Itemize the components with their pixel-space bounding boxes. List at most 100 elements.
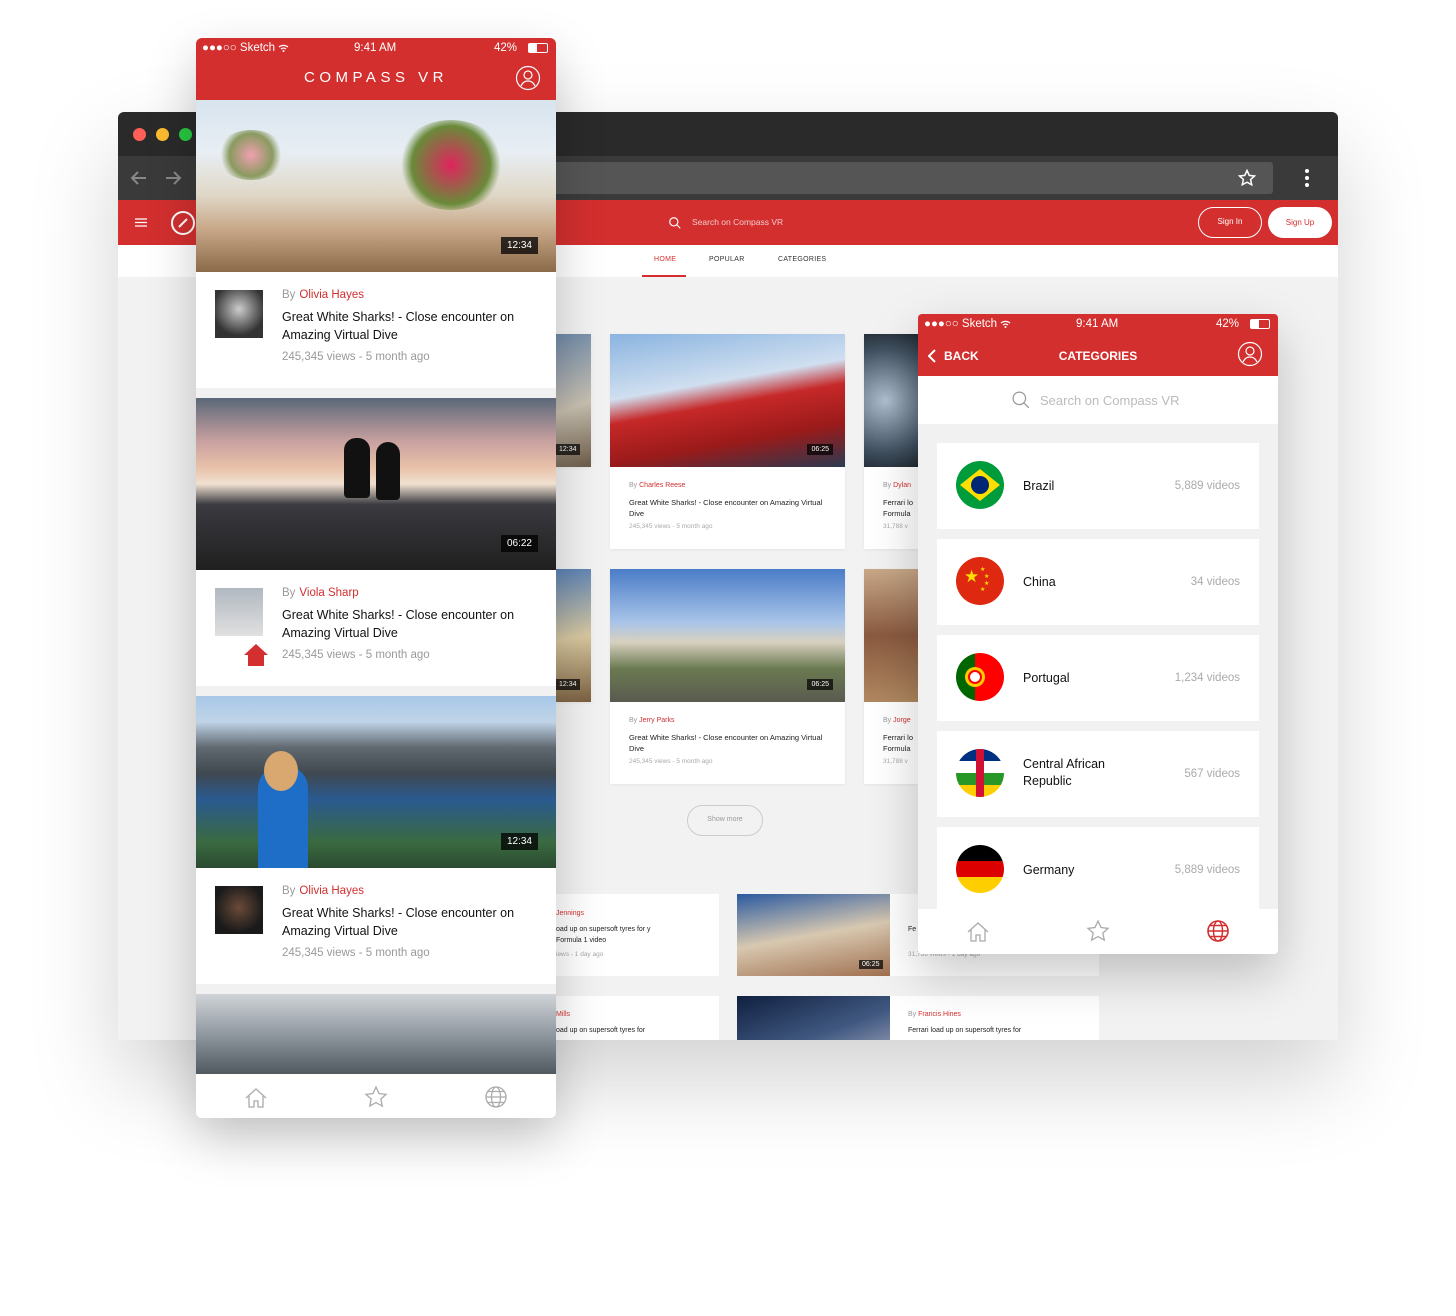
category-item-brazil[interactable]: Brazil 5,889 videos <box>937 443 1259 529</box>
maximize-window-button[interactable] <box>179 128 192 141</box>
compass-logo-icon[interactable] <box>170 210 196 236</box>
tab-home[interactable]: HOME <box>654 256 676 263</box>
list-card[interactable]: Mills oad up on supersoft tyres for <box>556 996 719 1040</box>
duration-badge: 06:25 <box>859 960 883 969</box>
show-more-button[interactable]: Show more <box>687 805 763 836</box>
avatar[interactable] <box>215 290 263 338</box>
bottom-tab-bar <box>918 909 1278 954</box>
category-item-central-african-republic[interactable]: Central African Republic 567 videos <box>937 731 1259 817</box>
hamburger-icon[interactable] <box>135 218 147 227</box>
app-header: ●●●○○ Sketch 9:41 AM 42% BACK CATEGORIES <box>918 314 1278 376</box>
author-line: By Olivia Hayes <box>282 289 364 301</box>
video-thumbnail[interactable]: 12:34 <box>196 100 556 272</box>
video-title[interactable]: oad up on supersoft tyres for y Formula … <box>556 924 676 946</box>
category-name: Central African Republic <box>1023 757 1105 788</box>
home-icon[interactable] <box>244 1086 268 1110</box>
tab-categories[interactable]: CATEGORIES <box>778 256 826 263</box>
star-icon[interactable] <box>364 1085 388 1109</box>
sign-in-button[interactable]: Sign In <box>1198 207 1262 238</box>
category-count: 1,234 videos <box>1174 672 1240 684</box>
category-item-germany[interactable]: Germany 5,889 videos <box>937 827 1259 913</box>
search-input[interactable]: Search on Compass VR <box>692 217 783 227</box>
user-icon[interactable] <box>515 65 541 91</box>
avatar[interactable] <box>215 588 263 636</box>
video-card[interactable]: By Dylan Ferrari lo Formula 31,788 v <box>864 334 918 549</box>
category-item-portugal[interactable]: Portugal 1,234 videos <box>937 635 1259 721</box>
more-vert-icon[interactable] <box>1304 168 1310 188</box>
bottom-tab-bar <box>196 1074 556 1118</box>
tab-popular[interactable]: POPULAR <box>709 256 745 263</box>
author-link[interactable]: Mills <box>556 1011 570 1018</box>
wifi-icon <box>1000 320 1011 328</box>
author-link[interactable]: Francis Hines <box>918 1011 961 1018</box>
video-title[interactable]: Great White Sharks! - Close encounter on… <box>282 309 538 344</box>
search-input[interactable]: Search on Compass VR <box>1040 393 1179 408</box>
home-icon[interactable] <box>966 920 990 944</box>
star-icon[interactable] <box>1238 169 1256 187</box>
star-icon[interactable] <box>1086 919 1110 943</box>
video-meta: 245,345 views - 5 month ago <box>629 758 713 765</box>
svg-text:★: ★ <box>980 566 985 573</box>
svg-text:★: ★ <box>984 573 989 580</box>
home-icon <box>244 644 268 666</box>
author-line: By Dylan <box>883 482 912 489</box>
video-card[interactable]: 06:25 By Jerry Parks Great White Sharks!… <box>610 569 845 784</box>
avatar[interactable] <box>215 886 263 934</box>
video-meta: 245,345 views - 5 month ago <box>629 523 713 530</box>
sign-up-button[interactable]: Sign Up <box>1268 207 1332 238</box>
video-info: By Olivia Hayes Great White Sharks! - Clo… <box>196 272 556 390</box>
video-title[interactable]: oad up on supersoft tyres for <box>556 1025 686 1036</box>
globe-icon[interactable] <box>484 1085 508 1109</box>
back-arrow-icon[interactable] <box>130 170 148 186</box>
category-name: Portugal <box>1023 671 1070 685</box>
author-link[interactable]: Olivia Hayes <box>299 289 364 301</box>
list-card[interactable]: Jennings oad up on supersoft tyres for y… <box>556 894 719 976</box>
video-title[interactable]: Great White Sharks! - Close encounter on… <box>282 607 538 642</box>
battery-icon <box>1250 319 1270 329</box>
user-icon[interactable] <box>1237 341 1263 367</box>
app-logo: COMPASS VR <box>304 69 448 86</box>
category-item-china[interactable]: ★ ★ ★ ★ ★ China 34 videos <box>937 539 1259 625</box>
video-title[interactable]: Great White Sharks! - Close encounter on… <box>282 905 538 940</box>
active-tab-indicator <box>642 275 686 277</box>
category-count: 5,889 videos <box>1174 864 1240 876</box>
author-link[interactable]: Olivia Hayes <box>299 885 364 897</box>
category-count: 5,889 videos <box>1174 480 1240 492</box>
category-count: 567 videos <box>1184 768 1240 780</box>
video-title[interactable]: Great White Sharks! - Close encounter on… <box>629 732 829 754</box>
duration-badge: 12:34 <box>500 833 538 850</box>
search-icon <box>1012 391 1030 409</box>
author-link[interactable]: Jennings <box>556 910 584 917</box>
video-title[interactable]: Ferrari load up on supersoft tyres for <box>908 1025 1078 1036</box>
category-name: Brazil <box>1023 479 1055 493</box>
forward-arrow-icon[interactable] <box>164 170 182 186</box>
author-link[interactable]: Jerry Parks <box>639 717 674 724</box>
video-card[interactable]: 06:25 By Charles Reese Great White Shark… <box>610 334 845 549</box>
video-title[interactable]: Great White Sharks! - Close encounter on… <box>629 497 829 519</box>
video-thumbnail[interactable]: 06:22 <box>196 398 556 570</box>
search-bar[interactable]: Search on Compass VR <box>918 376 1278 424</box>
url-field[interactable] <box>538 162 1273 194</box>
close-window-button[interactable] <box>133 128 146 141</box>
video-card[interactable]: By Jorge Ferrari lo Formula 31,788 v <box>864 569 918 784</box>
video-thumbnail[interactable]: 12:34 <box>196 696 556 868</box>
author-link[interactable]: Dylan <box>893 482 911 489</box>
search-icon <box>669 217 681 229</box>
svg-text:★: ★ <box>980 586 985 593</box>
author-link[interactable]: Viola Sharp <box>299 587 358 599</box>
video-thumbnail[interactable] <box>196 994 556 1074</box>
duration-badge: 06:22 <box>500 535 538 552</box>
video-title[interactable]: Ferrari lo Formula <box>883 732 917 754</box>
portugal-flag-icon <box>956 653 1004 701</box>
duration-badge: 12:34 <box>556 444 580 455</box>
list-card[interactable]: By Francis Hines Ferrari load up on supe… <box>737 996 1099 1040</box>
video-title[interactable]: Ferrari lo Formula <box>883 497 917 519</box>
globe-icon[interactable] <box>1206 919 1230 943</box>
author-link[interactable]: Charles Reese <box>639 482 685 489</box>
video-meta: 31,788 v <box>883 758 908 765</box>
author-line: By Jerry Parks <box>629 717 675 724</box>
video-meta: 245,345 views - 5 month ago <box>282 351 430 363</box>
minimize-window-button[interactable] <box>156 128 169 141</box>
author-line: By Viola Sharp <box>282 587 359 599</box>
author-link[interactable]: Jorge <box>893 717 911 724</box>
